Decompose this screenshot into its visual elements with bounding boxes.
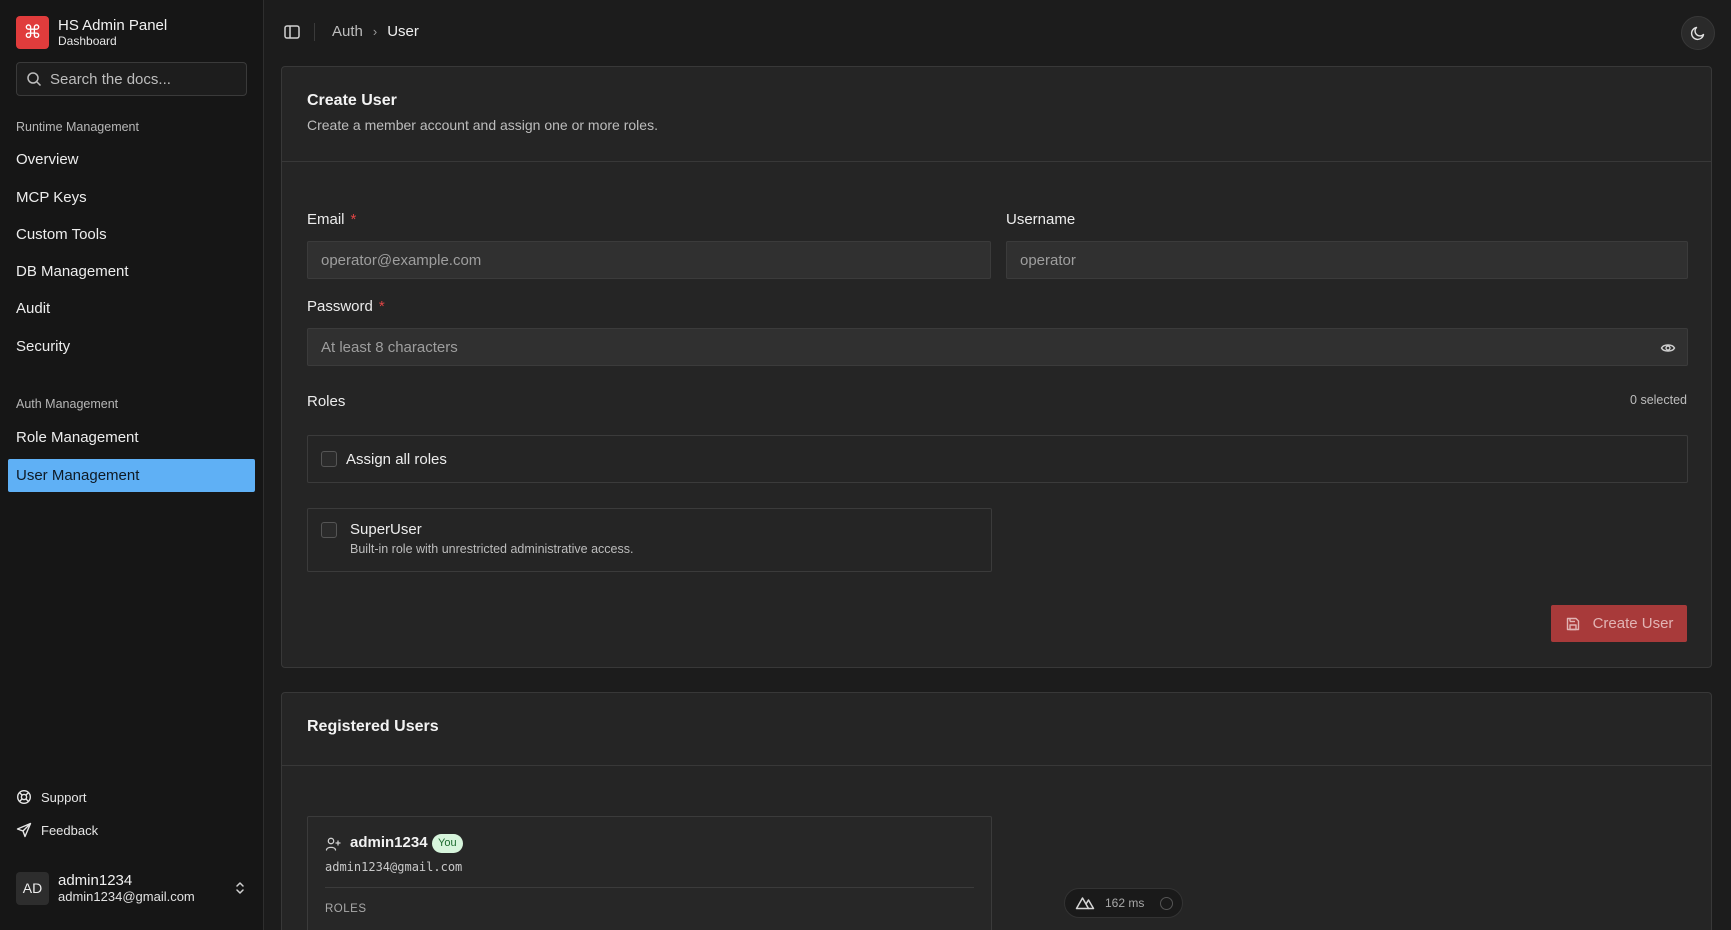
email-label: Email * [307, 211, 356, 228]
current-user-badge: You [432, 834, 463, 853]
sidebar-item-mcp-keys[interactable]: MCP Keys [8, 181, 255, 214]
user-card-roles-label: ROLES [325, 903, 367, 915]
moon-icon [1690, 26, 1705, 41]
create-user-button-label: Create User [1592, 615, 1674, 632]
assign-all-checkbox[interactable] [321, 451, 337, 467]
registered-users-header: Registered Users [282, 693, 1711, 766]
user-card: admin1234 You admin1234@gmail.com ROLES [307, 816, 992, 930]
save-icon [1566, 617, 1579, 630]
search-icon [27, 72, 42, 87]
topbar: Auth › User [264, 0, 1731, 64]
email-label-text: Email [307, 211, 345, 228]
password-field-wrap [307, 328, 1688, 366]
create-user-header: Create User Create a member account and … [282, 67, 1711, 162]
sidebar-item-user-management[interactable]: User Management [8, 459, 255, 492]
command-icon: ⌘ [16, 16, 49, 49]
password-required-mark: * [378, 298, 385, 315]
username-field-wrap [1006, 241, 1688, 279]
main-content: Auth › User Create User Create a member … [264, 0, 1731, 930]
send-icon [16, 822, 32, 838]
brand-text: HS Admin Panel Dashboard [58, 17, 167, 49]
email-required-mark: * [350, 211, 357, 228]
sidebar-toggle-icon[interactable] [283, 23, 301, 41]
password-field[interactable] [321, 329, 1641, 365]
role-option-superuser[interactable]: SuperUser Built-in role with unrestricte… [307, 508, 992, 572]
nuxt-icon [1075, 897, 1095, 910]
breadcrumb: Auth › User [332, 23, 419, 40]
eye-icon[interactable] [1660, 340, 1676, 356]
theme-toggle-button[interactable] [1681, 16, 1715, 50]
sidebar-item-custom-tools[interactable]: Custom Tools [8, 218, 255, 251]
chevron-right-icon: › [372, 24, 378, 39]
user-card-divider [325, 887, 974, 888]
assign-all-label: Assign all roles [346, 450, 447, 468]
feedback-label: Feedback [41, 822, 99, 838]
brand-title: HS Admin Panel [58, 16, 168, 34]
roles-selected-count: 0 selected [1630, 393, 1687, 407]
user-card-name: admin1234 [350, 834, 428, 851]
brand-subtitle: Dashboard [58, 33, 117, 48]
password-label: Password * [307, 298, 385, 315]
assign-all-roles-option[interactable]: Assign all roles [307, 435, 1688, 483]
password-label-text: Password [307, 298, 373, 315]
sidebar-item-db-management[interactable]: DB Management [8, 255, 255, 288]
group-label-auth: Auth Management [16, 397, 119, 411]
create-user-title: Create User [307, 92, 397, 109]
superuser-checkbox[interactable] [321, 522, 337, 538]
email-field[interactable] [321, 242, 990, 278]
breadcrumb-user: User [387, 23, 419, 40]
perf-badge[interactable]: 162 ms [1064, 888, 1183, 918]
registered-users-card: Registered Users admin1234 You admin1234… [281, 692, 1712, 930]
user-card-email: admin1234@gmail.com [325, 860, 463, 874]
sidebar-item-overview[interactable]: Overview [8, 143, 255, 176]
username-label: Username [1006, 211, 1076, 228]
registered-users-title: Registered Users [307, 718, 439, 735]
app: ⌘ HS Admin Panel Dashboard Runtime Manag… [0, 0, 1731, 930]
email-field-wrap [307, 241, 991, 279]
user-menu[interactable]: AD admin1234 admin1234@gmail.com [16, 868, 248, 908]
feedback-link[interactable]: Feedback [16, 822, 98, 838]
user-email: admin1234@gmail.com [58, 888, 195, 904]
avatar: AD [16, 871, 49, 905]
life-buoy-icon [16, 789, 32, 805]
create-user-card: Create User Create a member account and … [281, 66, 1712, 668]
support-label: Support [41, 789, 87, 805]
perf-ms-value: 162 ms [1105, 896, 1145, 910]
sidebar: ⌘ HS Admin Panel Dashboard Runtime Manag… [0, 0, 264, 930]
user-plus-icon [325, 837, 341, 851]
sidebar-item-role-management[interactable]: Role Management [8, 421, 255, 454]
sidebar-item-audit[interactable]: Audit [8, 292, 255, 325]
search-box[interactable] [16, 62, 247, 96]
user-name: admin1234 [58, 871, 133, 889]
sidebar-item-security[interactable]: Security [8, 330, 255, 363]
username-field[interactable] [1020, 242, 1687, 278]
topbar-divider [314, 23, 315, 41]
target-icon [1160, 896, 1174, 910]
brand[interactable]: ⌘ HS Admin Panel Dashboard [16, 16, 167, 49]
breadcrumb-auth[interactable]: Auth [332, 23, 363, 40]
support-link[interactable]: Support [16, 789, 87, 805]
create-user-button[interactable]: Create User [1551, 605, 1687, 642]
role-description: Built-in role with unrestricted administ… [350, 542, 634, 556]
role-name: SuperUser [350, 521, 422, 538]
search-input[interactable] [50, 70, 240, 88]
create-user-description: Create a member account and assign one o… [307, 117, 658, 133]
chevrons-up-down-icon [236, 882, 244, 894]
user-text: admin1234 admin1234@gmail.com [58, 872, 195, 905]
group-label-runtime: Runtime Management [16, 120, 139, 134]
roles-label: Roles [307, 393, 346, 410]
